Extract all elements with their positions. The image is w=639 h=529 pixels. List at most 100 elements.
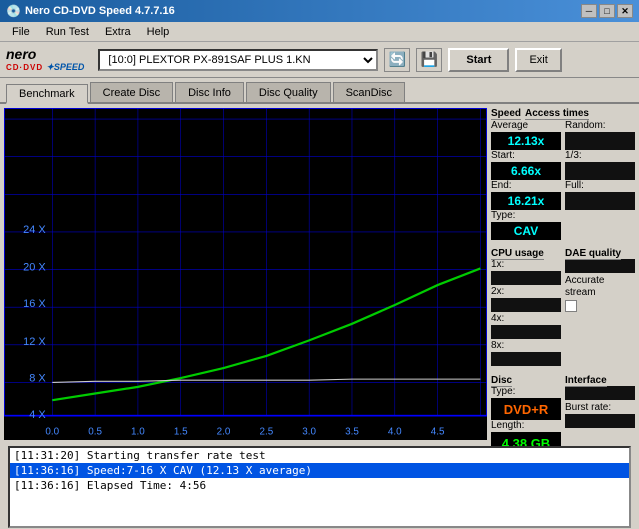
- cpu-1x-label: 1x:: [491, 259, 561, 270]
- svg-text:2.5: 2.5: [259, 426, 273, 437]
- accurate-stream-checkbox-row: [565, 300, 635, 312]
- start-value: 6.66x: [491, 162, 561, 180]
- log-row-0: [11:31:20] Starting transfer rate test: [10, 448, 629, 463]
- refresh-button[interactable]: 🔄: [384, 48, 410, 72]
- full-label: Full:: [565, 180, 635, 191]
- svg-text:8 X: 8 X: [29, 372, 46, 384]
- stream-label: stream: [565, 287, 635, 298]
- full-value: [565, 192, 635, 210]
- dae-value: [565, 259, 635, 273]
- log-time-0: [11:31:20]: [14, 449, 80, 462]
- window-controls: ─ □ ✕: [581, 4, 633, 18]
- svg-text:3.0: 3.0: [302, 426, 316, 437]
- window-title: Nero CD-DVD Speed 4.7.7.16: [25, 5, 581, 17]
- disc-type-value: DVD+R: [491, 398, 561, 420]
- tab-bar: Benchmark Create Disc Disc Info Disc Qua…: [0, 78, 639, 104]
- log-area[interactable]: [11:31:20] Starting transfer rate test […: [8, 446, 631, 528]
- nero-logo: nero CD·DVD ✦SPEED: [6, 46, 84, 73]
- app-icon: 💿: [6, 4, 21, 18]
- tab-disc-quality[interactable]: Disc Quality: [246, 82, 331, 102]
- tab-benchmark[interactable]: Benchmark: [6, 84, 88, 104]
- log-row-1: [11:36:16] Speed:7-16 X CAV (12.13 X ave…: [10, 463, 629, 478]
- disc-length-label: Length:: [491, 420, 561, 431]
- log-text-1: Speed:7-16 X CAV (12.13 X average): [87, 464, 312, 477]
- random-value: [565, 132, 635, 150]
- svg-text:1.0: 1.0: [131, 426, 145, 437]
- access-col: Random: 1/3: Full:: [565, 120, 635, 240]
- menu-bar: File Run Test Extra Help: [0, 22, 639, 42]
- accurate-stream-checkbox[interactable]: [565, 300, 577, 312]
- log-container: [11:31:20] Starting transfer rate test […: [4, 446, 635, 528]
- title-bar: 💿 Nero CD-DVD Speed 4.7.7.16 ─ □ ✕: [0, 0, 639, 22]
- menu-extra[interactable]: Extra: [97, 24, 139, 40]
- nero-wordmark: nero: [6, 46, 36, 62]
- svg-text:16 X: 16 X: [23, 298, 46, 310]
- onethird-value: [565, 162, 635, 180]
- accurate-label: Accurate: [565, 275, 635, 286]
- dae-col: DAE quality Accurate stream: [565, 248, 635, 367]
- end-value: 16.21x: [491, 192, 561, 210]
- cpu-1x-value: [491, 271, 561, 285]
- menu-help[interactable]: Help: [139, 24, 178, 40]
- speed-section: Speed Access times Average 12.13x Start:…: [491, 108, 635, 240]
- svg-text:0.5: 0.5: [88, 426, 102, 437]
- toolbar: nero CD·DVD ✦SPEED [10:0] PLEXTOR PX-891…: [0, 42, 639, 78]
- main-content: 4 X 8 X 12 X 16 X 20 X 24 X 4 8 12 16 20…: [0, 104, 639, 444]
- menu-file[interactable]: File: [4, 24, 38, 40]
- tab-create-disc[interactable]: Create Disc: [90, 82, 173, 102]
- log-row-2: [11:36:16] Elapsed Time: 4:56: [10, 478, 629, 493]
- speed-access-row: Average 12.13x Start: 6.66x End: 16.21x …: [491, 120, 635, 240]
- log-time-1: [11:36:16]: [14, 464, 80, 477]
- svg-text:1.5: 1.5: [174, 426, 188, 437]
- disc-type-header: Type:: [491, 386, 561, 397]
- close-button[interactable]: ✕: [617, 4, 633, 18]
- log-text-2: Elapsed Time: 4:56: [87, 479, 206, 492]
- svg-text:4.5: 4.5: [431, 426, 445, 437]
- type-value: CAV: [491, 222, 561, 240]
- cpu-2x-value: [491, 298, 561, 312]
- cpu-2x-label: 2x:: [491, 286, 561, 297]
- interface-header: Interface: [565, 375, 607, 387]
- random-label: Random:: [565, 120, 635, 131]
- speed-col: Average 12.13x Start: 6.66x End: 16.21x …: [491, 120, 561, 240]
- menu-run-test[interactable]: Run Test: [38, 24, 97, 40]
- svg-text:4.0: 4.0: [388, 426, 402, 437]
- average-label: Average: [491, 120, 561, 131]
- cpu-col: CPU usage 1x: 2x: 4x: 8x:: [491, 248, 561, 367]
- svg-text:24 X: 24 X: [23, 224, 46, 236]
- svg-text:4 X: 4 X: [29, 409, 46, 421]
- average-value: 12.13x: [491, 132, 561, 150]
- svg-text:12 X: 12 X: [23, 336, 46, 348]
- svg-text:20 X: 20 X: [23, 262, 46, 274]
- burst-value: [565, 414, 635, 428]
- tab-scandisc[interactable]: ScanDisc: [333, 82, 405, 102]
- tab-disc-info[interactable]: Disc Info: [175, 82, 244, 102]
- save-button[interactable]: 💾: [416, 48, 442, 72]
- cpu-8x-label: 8x:: [491, 340, 561, 351]
- svg-text:0.0: 0.0: [45, 426, 59, 437]
- burst-label: Burst rate:: [565, 402, 635, 413]
- interface-col: Interface Burst rate:: [565, 375, 635, 454]
- minimize-button[interactable]: ─: [581, 4, 597, 18]
- exit-button[interactable]: Exit: [515, 48, 561, 72]
- cpu-4x-value: [491, 325, 561, 339]
- start-button[interactable]: Start: [448, 48, 509, 72]
- interface-value: [565, 386, 635, 400]
- end-label: End:: [491, 180, 561, 191]
- cpu-dae-row: CPU usage 1x: 2x: 4x: 8x: DAE quality Ac…: [491, 248, 635, 367]
- type-label: Type:: [491, 210, 561, 221]
- cpu-8x-value: [491, 352, 561, 366]
- drive-selector[interactable]: [10:0] PLEXTOR PX-891SAF PLUS 1.KN: [98, 49, 378, 71]
- cpu-4x-label: 4x:: [491, 313, 561, 324]
- start-label: Start:: [491, 150, 561, 161]
- log-text-0: Starting transfer rate test: [87, 449, 266, 462]
- dae-header: DAE quality: [565, 248, 621, 260]
- speed-header-row: Speed Access times: [491, 108, 635, 119]
- onethird-label: 1/3:: [565, 150, 635, 161]
- benchmark-chart: 4 X 8 X 12 X 16 X 20 X 24 X 4 8 12 16 20…: [4, 108, 487, 440]
- log-time-2: [11:36:16]: [14, 479, 80, 492]
- speed-section-label: Speed: [491, 108, 521, 119]
- right-panel: Speed Access times Average 12.13x Start:…: [491, 104, 639, 444]
- svg-text:3.5: 3.5: [345, 426, 359, 437]
- restore-button[interactable]: □: [599, 4, 615, 18]
